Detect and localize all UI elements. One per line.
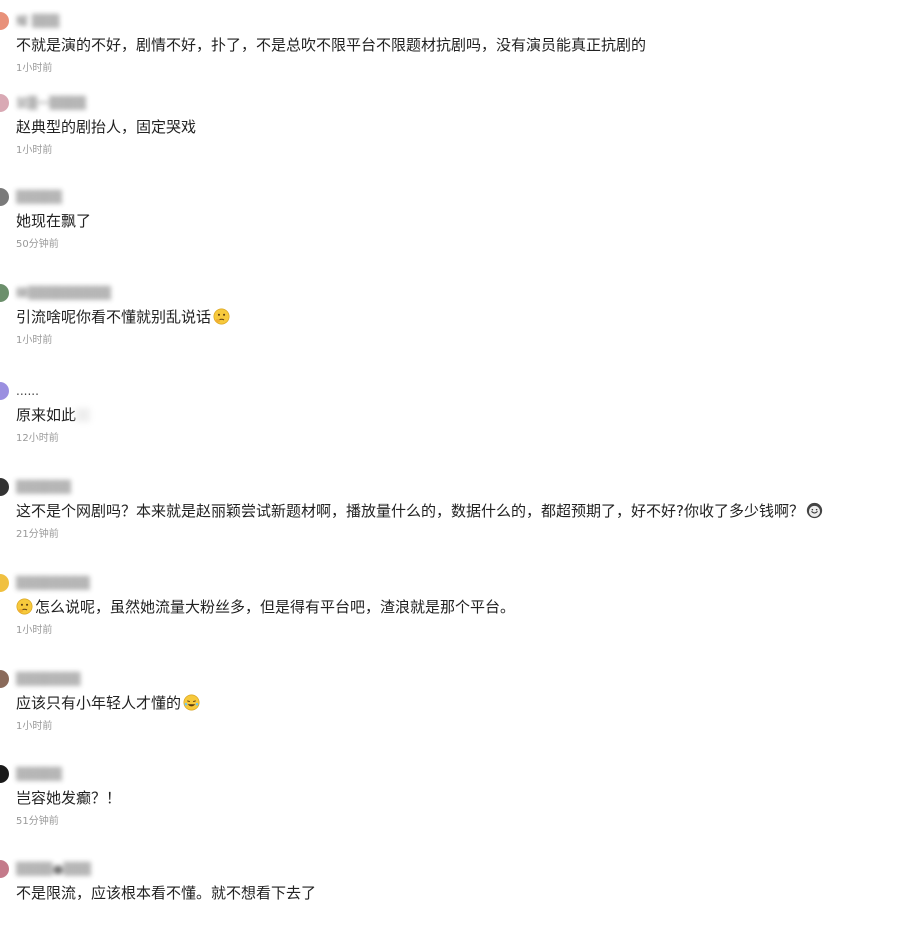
comment-text-body: 引流啥呢你看不懂就别乱说话 [16, 308, 212, 326]
comment-text: 岂容她发癫？！ [16, 787, 121, 809]
blurred-fragment [76, 408, 91, 422]
comment-page: { "comments": [ { "username": "耀 ▒▒▒", "… [0, 0, 908, 904]
comment-item: 耀 ▒▒▒ 不就是演的不好，剧情不好，扑了，不是总吹不限平台不限题材抗剧吗，没有… [0, 12, 908, 92]
comment-text: 应该只有小年轻人才懂的 [16, 692, 202, 714]
sweat-smile-emoji-icon [806, 502, 823, 519]
timestamp: 1小时前 [16, 145, 53, 156]
thinking-emoji-icon [16, 598, 33, 615]
laughing-emoji-icon [183, 694, 200, 711]
timestamp: 50分钟前 [16, 239, 59, 250]
timestamp: 1小时前 [16, 335, 53, 346]
comment-text: 她现在飘了 [16, 210, 91, 232]
comment-item: ▒▒▒▒●▒▒▒ 不是限流，应该根本看不懂。就不想看下去了 [0, 860, 908, 940]
comment-text-body: 应该只有小年轻人才懂的 [16, 694, 182, 712]
username[interactable]: ▒▒▒▒▒▒▒ [16, 671, 81, 687]
timestamp: 1小时前 [16, 625, 53, 636]
comment-text: 不就是演的不好，剧情不好，扑了，不是总吹不限平台不限题材抗剧吗，没有演员能真正抗… [16, 34, 646, 56]
comment-item: ▒▒▒▒▒▒ 这不是个网剧吗？本来就是赵丽颖尝试新题材啊，播放量什么的，数据什么… [0, 478, 908, 558]
comment-text-body: 这不是个网剧吗？本来就是赵丽颖尝试新题材啊，播放量什么的，数据什么的，都超预期了… [16, 502, 804, 520]
comment-text-body: 岂容她发癫？！ [16, 789, 122, 807]
comment-text: 不是限流，应该根本看不懂。就不想看下去了 [16, 882, 316, 904]
avatar[interactable] [0, 574, 9, 592]
avatar[interactable] [0, 188, 9, 206]
username[interactable]: ▒▒▒▒▒ [16, 766, 62, 782]
avatar[interactable] [0, 284, 9, 302]
comment-item: ▒▒▒▒▒ 她现在飘了 50分钟前 [0, 188, 908, 268]
comment-item: ▒▒▒▒▒▒▒ 应该只有小年轻人才懂的 1小时前 [0, 670, 908, 750]
comment-text: 怎么说呢，虽然她流量大粉丝多，但是得有平台吧，渣浪就是那个平台。 [16, 596, 515, 618]
avatar[interactable] [0, 478, 9, 496]
comment-text-body: 不就是演的不好，剧情不好，扑了，不是总吹不限平台不限题材抗剧吗，没有演员能真正抗… [16, 36, 647, 54]
username[interactable]: ▒▒▒▒▒▒ [16, 479, 71, 495]
avatar[interactable] [0, 670, 9, 688]
username[interactable]: ▒▒▒▒●▒▒▒ [16, 861, 91, 877]
username[interactable]: ▒▒▒▒▒ [16, 189, 62, 205]
username[interactable]: ▒▒▒▒▒▒▒▒ [16, 575, 90, 591]
comment-text-body: 原来如此 [16, 406, 77, 424]
avatar[interactable] [0, 12, 9, 30]
avatar[interactable] [0, 765, 9, 783]
avatar[interactable] [0, 382, 9, 400]
username[interactable]: 鼠▒一▒▒▒▒ [16, 95, 86, 111]
avatar[interactable] [0, 860, 9, 878]
comment-text-body: 赵典型的剧抬人，固定哭戏 [16, 118, 197, 136]
timestamp: 51分钟前 [16, 816, 59, 827]
timestamp: 1小时前 [16, 721, 53, 732]
username[interactable]: 睇▒▒▒▒▒▒▒▒▒ [16, 285, 111, 301]
username[interactable]: ...... [16, 383, 39, 399]
comment-item: 睇▒▒▒▒▒▒▒▒▒ 引流啥呢你看不懂就别乱说话 1小时前 [0, 284, 908, 364]
avatar[interactable] [0, 94, 9, 112]
comment-item: ▒▒▒▒▒▒▒▒ 怎么说呢，虽然她流量大粉丝多，但是得有平台吧，渣浪就是那个平台… [0, 574, 908, 654]
username[interactable]: 耀 ▒▒▒ [16, 13, 60, 29]
comment-text: 这不是个网剧吗？本来就是赵丽颖尝试新题材啊，播放量什么的，数据什么的，都超预期了… [16, 500, 825, 522]
comment-text-body: 不是限流，应该根本看不懂。就不想看下去了 [16, 884, 317, 902]
comment-text: 赵典型的剧抬人，固定哭戏 [16, 116, 196, 138]
comment-item: ...... 原来如此 12小时前 [0, 382, 908, 462]
timestamp: 21分钟前 [16, 529, 59, 540]
comment-item: ▒▒▒▒▒ 岂容她发癫？！ 51分钟前 [0, 765, 908, 845]
comment-item: 鼠▒一▒▒▒▒ 赵典型的剧抬人，固定哭戏 1小时前 [0, 94, 908, 174]
comment-text-body: 怎么说呢，虽然她流量大粉丝多，但是得有平台吧，渣浪就是那个平台。 [35, 598, 516, 616]
timestamp: 1小时前 [16, 63, 53, 74]
comment-text-body: 她现在飘了 [16, 212, 92, 230]
comment-text: 引流啥呢你看不懂就别乱说话 [16, 306, 232, 328]
comment-text: 原来如此 [16, 404, 91, 426]
timestamp: 12小时前 [16, 433, 59, 444]
thinking-emoji-icon [213, 308, 230, 325]
